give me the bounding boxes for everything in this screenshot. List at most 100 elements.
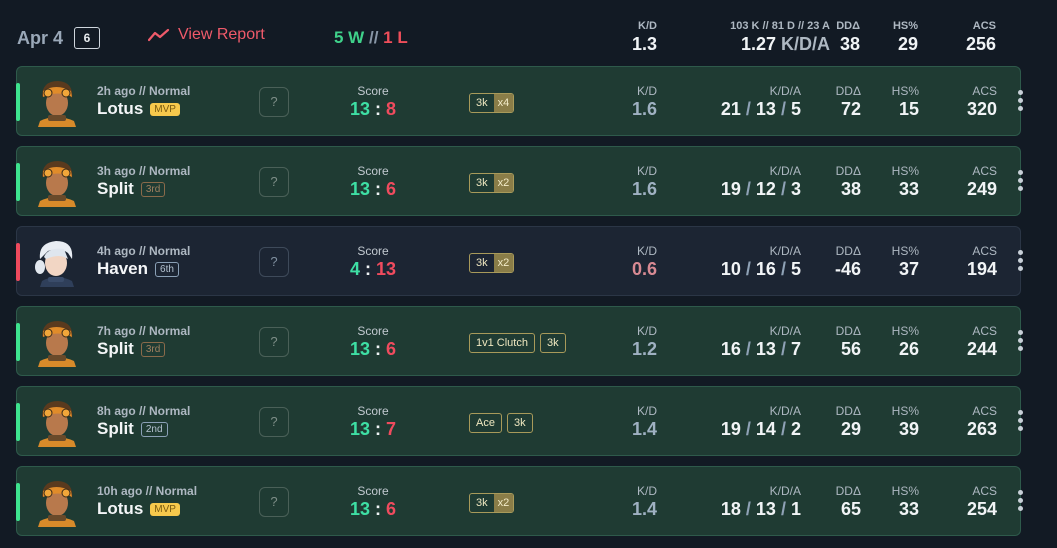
kda-value: 10 / 16 / 5 [667,258,801,280]
more-options-icon[interactable] [1015,170,1025,196]
score-label: Score [357,244,389,258]
score-enemy: 13 [376,259,397,279]
agent-raze-icon [34,477,80,527]
summary-kda-label: 103 K // 81 D // 23 A [730,20,830,32]
achievement-text: 3k [513,417,526,429]
achievement-text: 3k [476,177,488,189]
more-options-icon[interactable] [1015,410,1025,436]
score-enemy: 6 [386,499,397,519]
dd-label: DDΔ [835,244,861,258]
match-card[interactable]: 4h ago // Normal Haven 6th ? Score 4 : 1… [16,226,1023,296]
kills-value: 10 [720,259,741,279]
match-card[interactable]: 8h ago // Normal Split 2nd ? Score 13 : … [16,386,1023,456]
kda-slash: / [745,179,751,199]
match-map-row: Split 2nd [97,418,190,440]
hs-stat: HS% 33 [875,484,919,520]
agent-raze-icon [34,317,80,367]
kda-slash: / [745,499,751,519]
match-card[interactable]: 2h ago // Normal Lotus MVP ? Score 13 : … [16,66,1023,136]
kda-stat: K/D/A 10 / 16 / 5 [667,244,801,280]
more-options-icon[interactable] [1015,250,1025,276]
kd-stat: K/D 1.4 [597,404,657,440]
acs-stat: ACS 249 [947,164,997,200]
kills-value: 21 [720,99,741,119]
match-time-mode: 3h ago // Normal [97,164,191,178]
match-score: Score 13 : 8 [342,84,404,120]
more-options-icon[interactable] [1015,90,1025,116]
assists-value: 5 [790,259,801,279]
match-card[interactable]: 10h ago // Normal Lotus MVP ? Score 13 :… [16,466,1023,536]
dd-stat: DDΔ 38 [817,164,861,200]
kda-slash: / [780,419,786,439]
more-options-icon[interactable] [1015,490,1025,516]
view-report-button[interactable]: View Report [148,26,265,44]
more-options-icon[interactable] [1015,330,1025,356]
summary-dd-label: DDΔ [836,20,860,32]
match-map-row: Lotus MVP [97,98,190,120]
achievement-badges: 1v1 Clutch 3k [469,333,566,353]
dd-stat: DDΔ 65 [817,484,861,520]
score-team: 13 [349,499,370,519]
match-score: Score 4 : 13 [342,244,404,280]
agent-raze-icon [34,157,80,207]
dd-stat: DDΔ 56 [817,324,861,360]
kda-slash: / [780,339,786,359]
hs-stat: HS% 37 [875,244,919,280]
summary-kda-ratio: 1.27 [740,34,776,54]
score-value: 4 : 13 [342,258,404,280]
kd-label: K/D [636,164,657,178]
achievement-badges: 3k x2 [469,493,515,513]
score-colon: : [375,99,381,119]
result-indicator [16,163,20,201]
record-separator: // [368,28,379,47]
kd-label: K/D [636,244,657,258]
hs-value: 39 [898,419,919,439]
kda-label: K/D/A [769,404,801,418]
placement-badge: 3rd [140,181,166,197]
assists-value: 2 [790,419,801,439]
hs-value: 37 [898,259,919,279]
kda-stat: K/D/A 19 / 12 / 3 [667,164,801,200]
kd-value: 1.4 [631,419,657,439]
deaths-value: 12 [755,179,776,199]
rank-unknown-icon: ? [259,487,289,517]
dd-stat: DDΔ 29 [817,404,861,440]
kda-slash: / [745,99,751,119]
kda-stat: K/D/A 16 / 13 / 7 [667,324,801,360]
match-card[interactable]: 7h ago // Normal Split 3rd ? Score 13 : … [16,306,1023,376]
acs-label: ACS [972,244,997,258]
match-card[interactable]: 3h ago // Normal Split 3rd ? Score 13 : … [16,146,1023,216]
match-meta: 3h ago // Normal Split 3rd [97,164,190,200]
result-indicator [16,83,20,121]
score-team: 13 [349,99,370,119]
match-count-badge: 6 [74,27,100,49]
achievement-badge: 1v1 Clutch [469,333,535,353]
achievement-badge: 3k [539,333,566,353]
kda-slash: / [780,259,786,279]
acs-stat: ACS 244 [947,324,997,360]
summary-hs: HS% 29 [874,20,918,55]
hs-label: HS% [891,164,919,178]
dd-label: DDΔ [835,324,861,338]
match-score: Score 13 : 7 [342,404,404,440]
rank-unknown-icon: ? [259,87,289,117]
kd-stat: K/D 1.6 [597,164,657,200]
summary-kd-value: 1.3 [631,34,657,54]
losses-count: 1 L [383,28,408,47]
hs-stat: HS% 26 [875,324,919,360]
placement-badge: 3rd [140,341,166,357]
acs-stat: ACS 263 [947,404,997,440]
kda-value: 18 / 13 / 1 [667,498,801,520]
hs-value: 33 [898,179,919,199]
deaths-value: 14 [755,419,776,439]
kda-label: K/D/A [769,244,801,258]
map-name: Lotus [97,499,144,518]
kda-slash: / [745,259,751,279]
placement-badge: MVP [150,502,180,516]
achievement-badges: 3k x2 [469,173,515,193]
acs-value: 254 [966,499,997,519]
kd-label: K/D [636,84,657,98]
kda-stat: K/D/A 21 / 13 / 5 [667,84,801,120]
match-meta: 4h ago // Normal Haven 6th [97,244,190,280]
achievement-multiplier: x4 [493,94,514,112]
